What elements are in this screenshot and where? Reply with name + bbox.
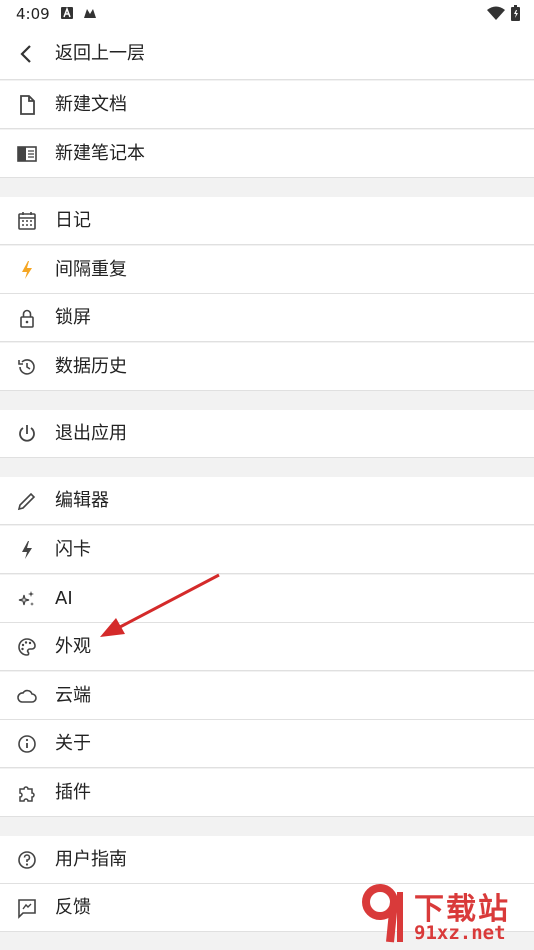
menu-label: 间隔重复 (55, 259, 127, 280)
menu-label: 云端 (55, 685, 91, 706)
menu-item-new-doc[interactable]: 新建文档 (0, 81, 534, 129)
menu-label: 日记 (55, 210, 91, 231)
chevron-left-icon (20, 45, 31, 63)
menu-item-cloud[interactable]: 云端 (0, 672, 534, 720)
menu-item-editor[interactable]: 编辑器 (0, 477, 534, 525)
status-time: 4:09 (16, 5, 50, 23)
lock-icon (20, 309, 34, 328)
menu-item-about[interactable]: 关于 (0, 720, 534, 768)
menu-label: AI (55, 588, 73, 609)
menu-label: 新建笔记本 (55, 143, 145, 164)
separator (0, 458, 534, 476)
menu-label: 退出应用 (55, 423, 127, 444)
separator (0, 391, 534, 409)
menu-item-lock-screen[interactable]: 锁屏 (0, 294, 534, 342)
menu-item-diary[interactable]: 日记 (0, 197, 534, 245)
menu-item-new-notebook[interactable]: 新建笔记本 (0, 130, 534, 178)
status-bar: 4:09 (0, 0, 534, 28)
cloud-icon (17, 689, 37, 703)
menu-item-user-guide[interactable]: 用户指南 (0, 836, 534, 884)
menu-label: 新建文档 (55, 94, 127, 115)
menu-item-plugins[interactable]: 插件 (0, 769, 534, 817)
calendar-icon (18, 212, 36, 230)
menu-label: 闪卡 (55, 539, 91, 560)
wifi-icon (487, 6, 505, 20)
menu-label: 用户指南 (55, 849, 127, 870)
watermark-logo-icon (362, 884, 403, 943)
menu-item-spaced-repetition[interactable]: 间隔重复 (0, 246, 534, 294)
notebook-icon (17, 146, 37, 162)
flash-icon (22, 541, 32, 559)
back-button[interactable]: 返回上一层 (0, 28, 534, 80)
menu-label: 关于 (55, 733, 91, 754)
feedback-icon (18, 899, 36, 919)
watermark: 下载站 91xz.net (360, 884, 530, 948)
document-icon (20, 95, 35, 115)
sparkle-icon (18, 591, 34, 606)
separator (0, 178, 534, 196)
menu-item-flashcard[interactable]: 闪卡 (0, 526, 534, 574)
menu-item-ai[interactable]: AI (0, 575, 534, 623)
menu-item-data-history[interactable]: 数据历史 (0, 343, 534, 391)
back-label: 返回上一层 (55, 43, 145, 64)
menu-item-exit-app[interactable]: 退出应用 (0, 410, 534, 458)
watermark-domain: 91xz.net (414, 922, 506, 944)
menu-label: 反馈 (55, 897, 91, 918)
status-right (487, 5, 520, 21)
help-icon (18, 851, 36, 869)
battery-icon (511, 5, 520, 21)
menu-label: 编辑器 (55, 490, 109, 511)
history-icon (18, 359, 35, 375)
separator (0, 817, 534, 835)
notification-m-icon (84, 9, 96, 18)
pencil-icon (17, 492, 36, 511)
info-icon (18, 735, 36, 753)
menu-item-appearance[interactable]: 外观 (0, 623, 534, 671)
palette-icon (18, 638, 36, 656)
menu-label: 外观 (55, 636, 91, 657)
notification-a-icon (61, 7, 73, 19)
menu-label: 数据历史 (55, 356, 127, 377)
puzzle-icon (19, 786, 35, 802)
power-icon (19, 425, 35, 442)
menu-label: 锁屏 (55, 307, 91, 328)
menu-label: 插件 (55, 782, 91, 803)
bolt-icon (22, 261, 32, 279)
